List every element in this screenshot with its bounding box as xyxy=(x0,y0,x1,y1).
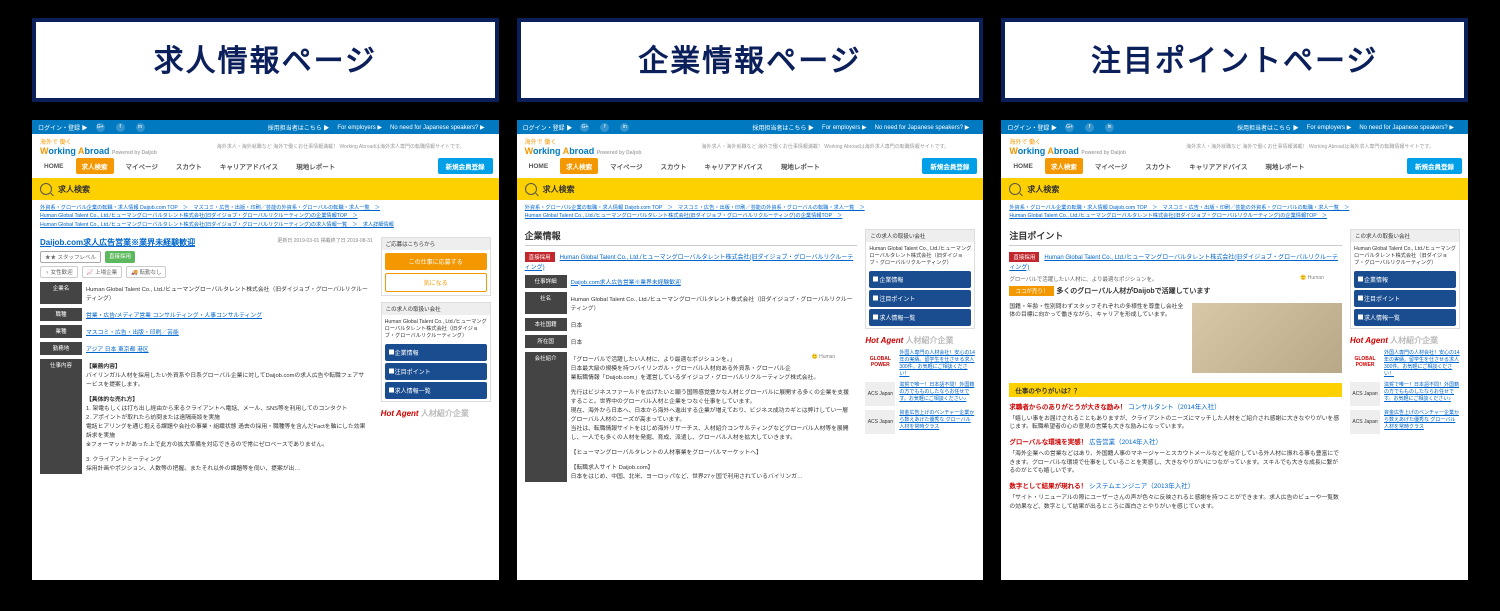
row-job-label: 仕事内容 xyxy=(40,359,82,474)
job-dates: 更新日 2019-03-01 掲載終了日 2019-08-31 xyxy=(277,237,372,244)
search-icon xyxy=(40,183,52,195)
search-label: 求人検索 xyxy=(58,184,90,195)
gplus-icon[interactable]: G+ xyxy=(96,123,105,132)
direct-badge: 直接採用 xyxy=(105,251,135,263)
topbar: ログイン・登録 ▶ G+ f in 採用担当者はこちら ▶ For employ… xyxy=(32,120,499,134)
linkedin-icon[interactable]: in xyxy=(136,123,145,132)
joblist-button[interactable]: 求人情報一覧 xyxy=(385,382,487,399)
main-content: Daijob.com求人広告営業※業界未経験歓迎 更新日 2019-03-01 … xyxy=(40,237,373,474)
apply-heading: ご応募はこちらから xyxy=(382,238,490,250)
noneed-link[interactable]: No need for Japanese speakers? ▶ xyxy=(390,124,485,131)
handler-company: Human Global Talent Co., Ltd./ヒューマングローバル… xyxy=(382,315,490,342)
selling-tag: ココが売り！ xyxy=(1009,286,1054,296)
row-occ-label: 職種 xyxy=(40,308,82,321)
mini-page-2: ログイン・登録 ▶G+fin採用担当者はこちら ▶For employers ▶… xyxy=(517,120,984,580)
employers-jp[interactable]: 採用担当者はこちら ▶ xyxy=(268,123,330,132)
col-highlight: 注目ポイントページ ログイン・登録 ▶G+fin採用担当者はこちら ▶For e… xyxy=(1001,18,1468,580)
title-highlight: 注目ポイントページ xyxy=(1001,18,1468,102)
row-job-value: 【業務内容】 バイリンガル人材を採用したい外資系や日系グローバル企業に対してDa… xyxy=(82,359,373,474)
company-link[interactable]: Human Global Talent Co., Ltd./ヒューマングローバル… xyxy=(525,255,854,271)
company-intro: 🙂 Human 「グローバルで活躍したい人材に、より最適なポジションを。」 日本… xyxy=(567,352,858,482)
login-link[interactable]: ログイン・登録 ▶ xyxy=(38,123,88,132)
sidebar: ご応募はこちらから この仕事に応募する 気になる この求人の取扱い会社 Huma… xyxy=(381,237,491,474)
badge-norelo: 🚚 転勤なし xyxy=(126,266,166,278)
register-button[interactable]: 新規会員登録 xyxy=(438,158,493,174)
facebook-icon[interactable]: f xyxy=(116,123,125,132)
hot-item[interactable]: ACS Japan滋賀で唯一！日本語不問！外国籍の方でもものしたならお任せです。… xyxy=(865,382,975,406)
title-company: 企業情報ページ xyxy=(517,18,984,102)
nav: HOME 求人検索 マイページ スカウト キャリアアドバイス 現地レポート 新規… xyxy=(32,158,499,178)
title-job: 求人情報ページ xyxy=(32,18,499,102)
row-ind-label: 業種 xyxy=(40,325,82,338)
nav-report[interactable]: 現地レポート xyxy=(290,158,341,174)
employers-en[interactable]: For employers ▶ xyxy=(337,124,382,131)
search-bar: 求人検索 xyxy=(32,178,499,200)
tagline: 海外求人・海外就職など 海外で働くお仕事情報満載！ Working Abroad… xyxy=(217,143,465,150)
row-loc-label: 勤務地 xyxy=(40,342,82,355)
direct-tag: 直接採用 xyxy=(525,252,555,262)
row-occ-value[interactable]: 営業・広告/メディア営業 コンサルティング・人事コンサルティング xyxy=(82,308,373,321)
job-title[interactable]: Daijob.com求人広告営業※業界未経験歓迎 xyxy=(40,237,195,248)
badge-listed: 📈 上場企業 xyxy=(82,266,122,278)
row-loc-value[interactable]: アジア 日本 東京都 港区 xyxy=(82,342,373,355)
hot-item[interactable]: GLOBAL POWER外国人専門の人材会社！安心の14年の実績。留学生を仕させ… xyxy=(865,350,975,378)
selling-text: 多くのグローバル人材がDaijobで活躍しています xyxy=(1056,288,1210,295)
section-heading: 注目ポイント xyxy=(1009,229,1342,246)
col-company-info: 企業情報ページ ログイン・登録 ▶G+fin採用担当者はこちら ▶For emp… xyxy=(517,18,984,580)
col-job-info: 求人情報ページ ログイン・登録 ▶ G+ f in 採用担当者はこちら ▶ Fo… xyxy=(32,18,499,580)
apply-button[interactable]: この仕事に応募する xyxy=(385,253,487,270)
hot-agent-heading: Hot Agent 人材紹介企業 xyxy=(381,408,491,419)
badge-female: ♀ 女性歓迎 xyxy=(40,266,78,278)
handler-heading: この求人の取扱い会社 xyxy=(382,303,490,315)
mini-page-3: ログイン・登録 ▶G+fin採用担当者はこちら ▶For employers ▶… xyxy=(1001,120,1468,580)
human-logo: 🙂 Human xyxy=(793,354,853,372)
breadcrumb: 外資系・グローバル企業の転職・求人情報 Daijob.com TOP ＞ マスコ… xyxy=(32,200,499,233)
company-info-button[interactable]: 企業情報 xyxy=(385,344,487,361)
logo[interactable]: Working Abroad Powered by Daijob xyxy=(40,146,157,156)
row-company-value: Human Global Talent Co., Ltd./ヒューマングローバル… xyxy=(82,282,373,304)
nav-search[interactable]: 求人検索 xyxy=(76,158,114,174)
favorite-button[interactable]: 気になる xyxy=(385,273,487,292)
sub-heading: 仕事のやりがいは？？ xyxy=(1009,383,1342,397)
nav-scout[interactable]: スカウト xyxy=(170,158,208,174)
social-icons: G+ f in xyxy=(96,123,153,132)
staff-photo xyxy=(1192,303,1342,373)
hot-item[interactable]: ACS Japan資金広告上げのベンチャー企業から数えあげた優秀な グローバル人… xyxy=(865,410,975,434)
logo-area: 海外で 働く Working Abroad Powered by Daijob … xyxy=(32,134,499,158)
nav-home[interactable]: HOME xyxy=(38,160,70,173)
nav-mypage[interactable]: マイページ xyxy=(120,158,164,174)
row-ind-value[interactable]: マスコミ・広告・出版・印刷／芸能 xyxy=(82,325,373,338)
mini-page-1: ログイン・登録 ▶ G+ f in 採用担当者はこちら ▶ For employ… xyxy=(32,120,499,580)
highlight-button[interactable]: 注目ポイント xyxy=(385,363,487,380)
section-heading: 企業情報 xyxy=(525,229,858,246)
row-company-label: 企業名 xyxy=(40,282,82,304)
human-logo: 🙂 Human xyxy=(1282,275,1342,293)
nav-career[interactable]: キャリアアドバイス xyxy=(214,158,284,174)
staff-level-badge: ★★ スタッフレベル xyxy=(40,251,101,263)
